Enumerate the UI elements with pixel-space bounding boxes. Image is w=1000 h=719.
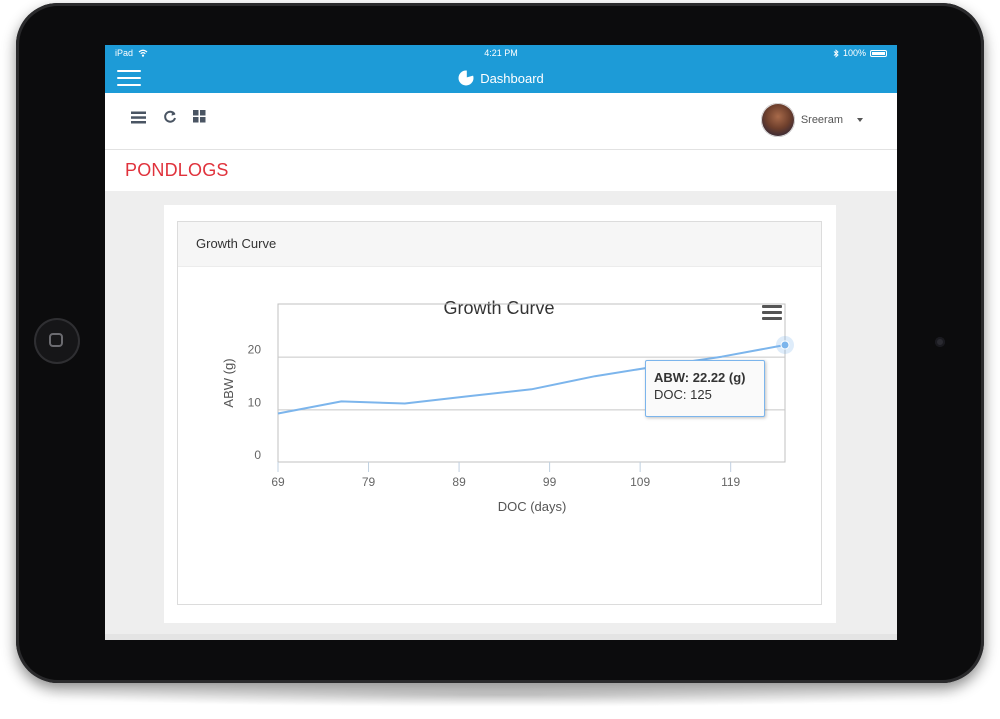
bluetooth-icon — [833, 48, 839, 58]
camera-icon — [935, 337, 945, 347]
x-tick-label: 109 — [630, 475, 650, 489]
bottom-divider — [105, 634, 897, 640]
list-icon[interactable] — [131, 111, 146, 124]
y-tick-label: 10 — [248, 395, 262, 409]
user-name[interactable]: Sreeram — [801, 114, 843, 126]
toolbar: Sreeram — [105, 93, 897, 150]
y-tick-label: 0 — [254, 448, 261, 462]
x-axis-label: DOC (days) — [498, 499, 567, 514]
app-screen: iPad 4:21 PM 100% Dashboard Sreeram POND… — [105, 45, 897, 640]
chart-tooltip: ABW: 22.22 (g) DOC: 125 — [645, 360, 765, 417]
growth-chart: Growth Curve 0 10 20 69 79 89 99 109 119 DOC (days… — [221, 298, 794, 514]
home-button[interactable] — [34, 318, 80, 364]
refresh-icon[interactable] — [163, 110, 177, 124]
page-title: PONDLOGS — [125, 160, 229, 180]
panel-header: Growth Curve — [178, 222, 821, 267]
pie-chart-icon — [458, 70, 475, 86]
x-tick-label: 69 — [271, 475, 285, 489]
chart-container: Growth Curve 0 10 20 69 79 89 99 109 119 DOC (days… — [178, 266, 821, 604]
x-tick-label: 79 — [362, 475, 376, 489]
tooltip-doc: DOC: 125 — [654, 387, 712, 402]
status-time: 4:21 PM — [484, 48, 518, 58]
battery-icon — [870, 49, 887, 57]
avatar[interactable] — [760, 103, 795, 137]
user-menu[interactable]: Sreeram — [760, 103, 863, 137]
nav-title-text: Dashboard — [480, 71, 544, 86]
data-point — [780, 340, 790, 350]
tooltip-abw: ABW: 22.22 (g) — [654, 370, 746, 385]
content-area: Growth Curve Growth Curve 0 10 20 69 79 89 99 10… — [164, 205, 836, 623]
x-tick-label: 119 — [721, 475, 740, 489]
growth-curve-panel: Growth Curve Growth Curve 0 10 20 69 79 89 99 10… — [177, 221, 822, 605]
grid-icon[interactable] — [193, 110, 206, 123]
top-navbar: Dashboard — [105, 63, 897, 93]
y-tick-label: 20 — [248, 343, 262, 357]
status-bar: iPad 4:21 PM 100% — [105, 45, 897, 63]
page-header: PONDLOGS — [105, 150, 897, 191]
battery-percent: 100% — [842, 48, 866, 58]
chevron-down-icon[interactable] — [857, 118, 863, 122]
x-tick-label: 99 — [543, 475, 557, 489]
status-right: 100% — [833, 48, 887, 58]
y-axis-label: ABW (g) — [221, 358, 236, 407]
nav-title: Dashboard — [105, 70, 897, 86]
panel-title: Growth Curve — [196, 236, 277, 251]
x-tick-label: 89 — [452, 475, 466, 489]
device-shadow — [30, 683, 970, 707]
chart-title: Growth Curve — [443, 298, 554, 318]
chart-menu-button[interactable] — [762, 305, 782, 321]
